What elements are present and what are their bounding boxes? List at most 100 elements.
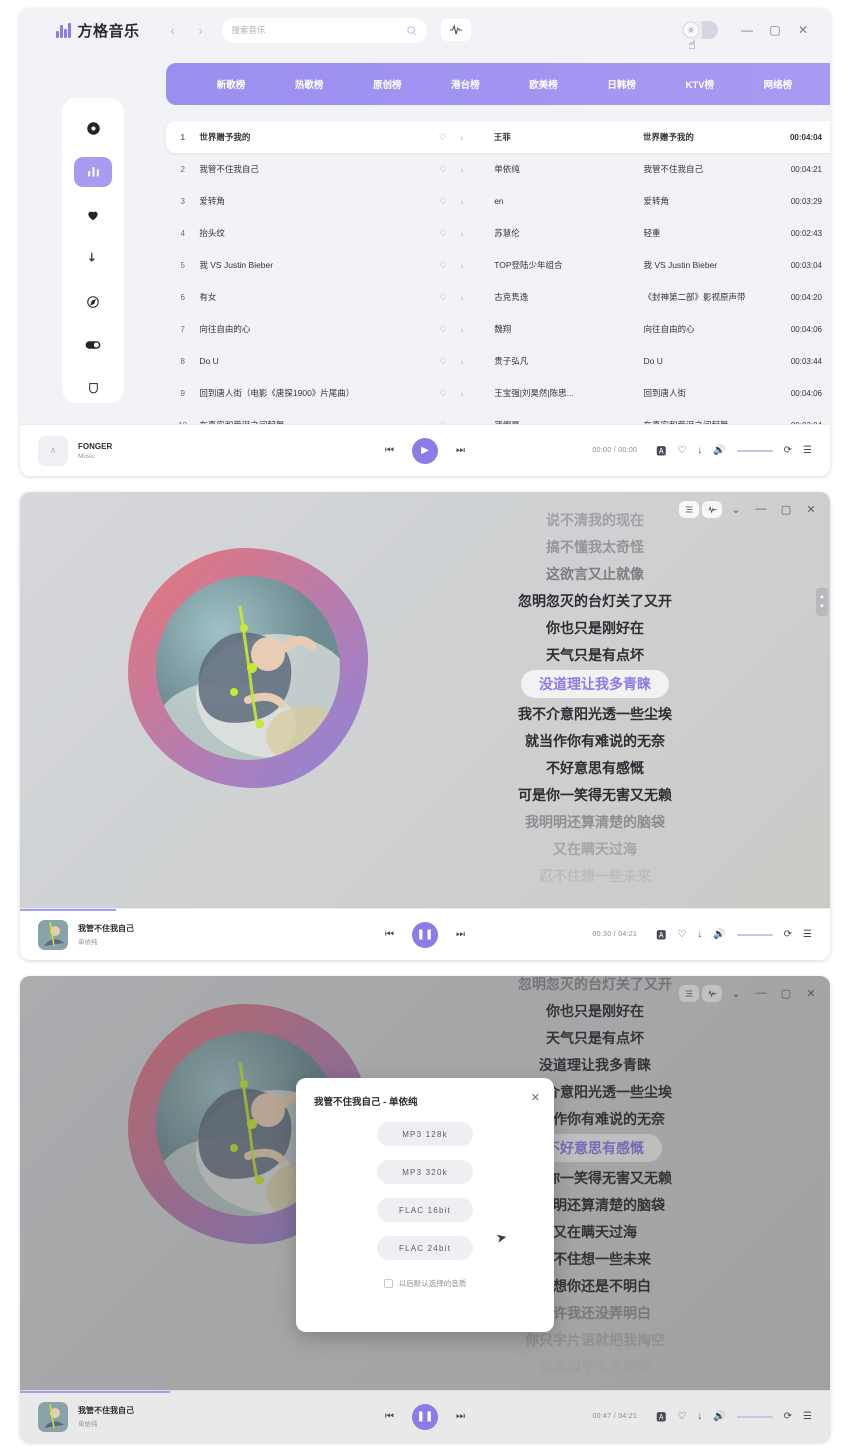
album-cover[interactable]: ∧ xyxy=(38,435,68,466)
volume-icon[interactable]: 🔊 xyxy=(713,929,725,940)
pause-button[interactable]: ❚❚ xyxy=(412,1403,438,1430)
album-cover[interactable] xyxy=(38,919,68,950)
table-row[interactable]: 4 抬头纹 ♡ ↓ 苏慧伦 轻重 00:02:43 xyxy=(166,217,830,249)
heart-icon[interactable]: ♡ xyxy=(439,324,447,335)
table-row[interactable]: 7 向往自由的心 ♡ ↓ 魏翔 向往自由的心 00:04:06 xyxy=(166,313,830,345)
tab-gang-tai[interactable]: 港台榜 xyxy=(451,77,480,91)
table-row[interactable]: 1 世界赠予我的 ♡ ↓ 王菲 世界赠予我的 00:04:04 xyxy=(166,121,830,153)
tab-ou-mei[interactable]: 欧美榜 xyxy=(529,77,558,91)
search-icon[interactable] xyxy=(406,25,417,36)
tab-yuan-chuang[interactable]: 原创榜 xyxy=(373,77,402,91)
tab-ri-han[interactable]: 日韩榜 xyxy=(607,77,636,91)
volume-slider[interactable] xyxy=(736,1415,773,1418)
download-icon[interactable]: ↓ xyxy=(460,164,464,175)
sidebar-item-disc[interactable] xyxy=(74,114,112,143)
play-button[interactable]: ▶ xyxy=(412,437,438,464)
download-icon[interactable]: ↓ xyxy=(460,356,464,367)
download-icon[interactable]: ↓ xyxy=(459,132,463,143)
album-cover[interactable] xyxy=(38,1401,68,1432)
playlist-icon[interactable]: ☰ xyxy=(803,445,812,456)
previous-button[interactable]: ⏮ xyxy=(385,1411,394,1422)
lyric-line[interactable]: 又在瞒天过海 xyxy=(360,835,830,862)
heart-icon[interactable]: ♡ xyxy=(439,260,447,271)
heart-icon[interactable]: ♡ xyxy=(439,228,447,239)
tab-ktv[interactable]: KTV榜 xyxy=(686,77,715,91)
next-button[interactable]: ⏭ xyxy=(456,929,465,940)
lyrics-icon[interactable]: 🅰 xyxy=(656,443,666,458)
playlist-icon[interactable]: ☰ xyxy=(803,929,812,940)
sidebar-item-discover[interactable] xyxy=(74,287,112,316)
sidebar-item-privacy[interactable] xyxy=(74,374,112,403)
sidebar-item-chart[interactable] xyxy=(74,157,112,187)
scroll-handle[interactable]: ▲ ▼ xyxy=(816,588,828,616)
previous-button[interactable]: ⏮ xyxy=(385,445,394,456)
table-row[interactable]: 3 爱转角 ♡ ↓ en 爱转角 00:03:29 xyxy=(166,185,830,217)
search-box[interactable] xyxy=(221,17,427,43)
download-icon[interactable]: ↓ xyxy=(460,260,464,271)
remember-choice[interactable]: 以后默认选择的音质 xyxy=(314,1278,536,1289)
favorite-icon[interactable]: ♡ xyxy=(677,445,686,456)
table-row[interactable]: 6 有女 ♡ ↓ 古克隽逸 《封神第二部》影视原声带 00:04:20 xyxy=(166,281,830,313)
volume-slider[interactable] xyxy=(736,449,773,452)
table-row[interactable]: 2 我管不住我自己 ♡ ↓ 单依纯 我管不住我自己 00:04:21 xyxy=(166,153,830,185)
lyric-line[interactable]: 我不介意阳光透一些尘埃 xyxy=(360,700,830,727)
progress-bar[interactable] xyxy=(20,1391,170,1393)
download-icon[interactable]: ↓ xyxy=(460,196,464,207)
download-icon[interactable]: ↓ xyxy=(697,445,702,456)
dialog-close-icon[interactable]: ✕ xyxy=(531,1091,540,1104)
pause-button[interactable]: ❚❚ xyxy=(412,921,438,948)
lyrics-icon[interactable]: 🅰 xyxy=(656,927,666,942)
lyric-line[interactable]: 忽明忽灭的台灯关了又开 xyxy=(360,587,830,614)
tab-xin-ge[interactable]: 新歌榜 xyxy=(217,77,246,91)
maximize-button[interactable]: ▢ xyxy=(762,17,788,43)
table-row[interactable]: 8 Do U ♡ ↓ 贵子弘凡 Do U 00:03:44 xyxy=(166,345,830,377)
next-button[interactable]: ⏭ xyxy=(456,445,465,456)
repeat-icon[interactable]: ⟳ xyxy=(784,929,792,940)
heart-icon[interactable]: ♡ xyxy=(439,132,447,143)
table-row[interactable]: 5 我 VS Justin Bieber ♡ ↓ TOP登陆少年组合 我 VS J… xyxy=(166,249,830,281)
back-icon[interactable]: ‹ xyxy=(166,23,180,38)
lyric-line[interactable]: 你也只是刚好在 xyxy=(360,614,830,641)
download-icon[interactable]: ↓ xyxy=(460,292,464,303)
heart-icon[interactable]: ♡ xyxy=(439,164,447,175)
previous-button[interactable]: ⏮ xyxy=(385,929,394,940)
lyric-line[interactable]: 这欲言又止就像 xyxy=(360,560,830,587)
heart-icon[interactable]: ♡ xyxy=(439,388,447,399)
lyric-line[interactable]: 说不清我的现在 xyxy=(360,506,830,533)
remember-checkbox[interactable] xyxy=(383,1279,393,1288)
search-input[interactable] xyxy=(231,25,406,35)
next-button[interactable]: ⏭ xyxy=(456,1411,465,1422)
quality-option-mp3-128[interactable]: MP3 128k xyxy=(377,1122,473,1146)
download-icon[interactable]: ↓ xyxy=(697,1411,702,1422)
forward-icon[interactable]: › xyxy=(194,23,208,38)
quality-option-mp3-320[interactable]: MP3 320k xyxy=(377,1160,473,1184)
progress-bar[interactable] xyxy=(20,909,116,911)
volume-icon[interactable]: 🔊 xyxy=(713,1411,725,1422)
favorite-icon[interactable]: ♡ xyxy=(677,1411,686,1422)
close-button[interactable]: ✕ xyxy=(790,17,816,43)
tab-wang-luo[interactable]: 网络榜 xyxy=(764,77,793,91)
lyric-line[interactable]: 就当作你有难说的无奈 xyxy=(360,727,830,754)
quality-option-flac-24[interactable]: FLAC 24bit xyxy=(377,1236,473,1260)
volume-slider[interactable] xyxy=(736,933,773,936)
lyrics-icon[interactable]: 🅰 xyxy=(656,1409,666,1424)
lyric-line[interactable]: 我明明还算清楚的脑袋 xyxy=(360,808,830,835)
download-icon[interactable]: ↓ xyxy=(697,929,702,940)
lyric-line[interactable]: 天气只是有点坏 xyxy=(360,641,830,668)
lyric-line[interactable]: 不好意思有感慨 xyxy=(360,754,830,781)
tab-re-ge[interactable]: 热歌榜 xyxy=(295,77,324,91)
lyric-line-active[interactable]: 没道理让我多青睐 xyxy=(521,670,669,698)
heart-icon[interactable]: ♡ xyxy=(439,196,447,207)
audio-effects-button[interactable] xyxy=(440,19,471,41)
theme-toggle[interactable]: ☝ xyxy=(682,21,718,52)
volume-icon[interactable]: 🔊 xyxy=(713,445,725,456)
lyric-line[interactable]: 可是你一笑得无害又无赖 xyxy=(360,781,830,808)
table-row[interactable]: 9 回到唐人街（电影《唐探1900》片尾曲） ♡ ↓ 王宝强|刘昊然|陈思... … xyxy=(166,377,830,409)
sidebar-item-downloads[interactable] xyxy=(74,244,112,273)
download-icon[interactable]: ↓ xyxy=(460,324,464,335)
download-icon[interactable]: ↓ xyxy=(460,228,464,239)
repeat-icon[interactable]: ⟳ xyxy=(784,1411,792,1422)
favorite-icon[interactable]: ♡ xyxy=(677,929,686,940)
heart-icon[interactable]: ♡ xyxy=(439,292,447,303)
download-icon[interactable]: ↓ xyxy=(460,388,464,399)
